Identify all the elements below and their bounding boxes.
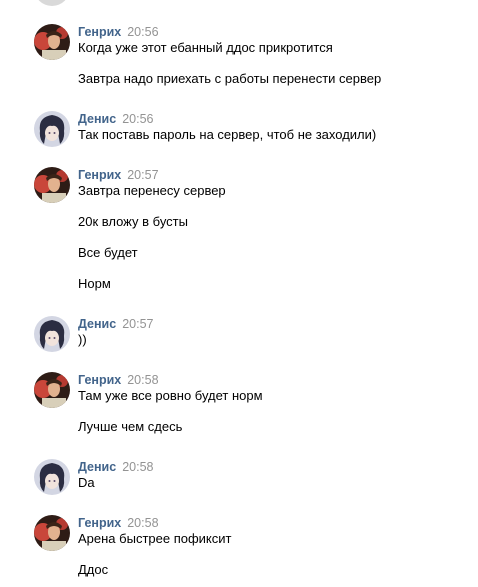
henrikh-avatar-icon <box>34 372 70 408</box>
author-name[interactable]: Генрих <box>78 373 121 387</box>
message-header: Генрих 20:57 <box>78 167 159 183</box>
author-name[interactable]: Генрих <box>78 25 121 39</box>
message-text: Завтра перенесу сервер <box>78 183 226 198</box>
avatar[interactable] <box>34 111 70 147</box>
message-text: Завтра надо приехать с работы перенести … <box>78 71 382 86</box>
message-header: Денис 20:57 <box>78 316 153 332</box>
message-text: Норм <box>78 276 111 291</box>
author-name[interactable]: Генрих <box>78 516 121 530</box>
message-time[interactable]: 20:58 <box>122 460 153 474</box>
message-text: )) <box>78 332 87 347</box>
author-name[interactable]: Денис <box>78 460 116 474</box>
message-time[interactable]: 20:56 <box>127 25 158 39</box>
message-text: 20к вложу в бусты <box>78 214 188 229</box>
author-name[interactable]: Генрих <box>78 168 121 182</box>
message-text: Там уже все ровно будет норм <box>78 388 263 403</box>
message-time[interactable]: 20:56 <box>122 112 153 126</box>
avatar[interactable] <box>34 316 70 352</box>
avatar[interactable] <box>34 515 70 551</box>
message-header: Генрих 20:58 <box>78 372 159 388</box>
author-name[interactable]: Денис <box>78 317 116 331</box>
message-header: Денис 20:56 <box>78 111 153 127</box>
denis-avatar-icon <box>34 316 70 352</box>
denis-avatar-icon <box>34 459 70 495</box>
message-text: Все будет <box>78 245 138 260</box>
message-text: Когда уже этот ебанный ддос прикротится <box>78 40 333 55</box>
author-name[interactable]: Денис <box>78 112 116 126</box>
message-time[interactable]: 20:57 <box>122 317 153 331</box>
message-time[interactable]: 20:58 <box>127 373 158 387</box>
henrikh-avatar-icon <box>34 167 70 203</box>
message-header: Денис 20:58 <box>78 459 153 475</box>
henrikh-avatar-icon <box>34 515 70 551</box>
avatar[interactable] <box>34 24 70 60</box>
message-header: Генрих 20:56 <box>78 24 159 40</box>
message-text: Лучше чем сдесь <box>78 419 183 434</box>
message-time[interactable]: 20:58 <box>127 516 158 530</box>
avatar[interactable] <box>34 167 70 203</box>
avatar[interactable] <box>34 372 70 408</box>
henrikh-avatar-icon <box>34 24 70 60</box>
message-time[interactable]: 20:57 <box>127 168 158 182</box>
message-text: Ддос <box>78 562 109 577</box>
message-header: Генрих 20:58 <box>78 515 159 531</box>
avatar[interactable] <box>34 459 70 495</box>
message-text: Da <box>78 475 95 490</box>
denis-avatar-icon <box>34 111 70 147</box>
message-text: Арена быстрее пофиксит <box>78 531 232 546</box>
message-text: Так поставь пароль на сервер, чтоб не за… <box>78 127 377 142</box>
previous-avatar-fragment <box>34 0 70 6</box>
